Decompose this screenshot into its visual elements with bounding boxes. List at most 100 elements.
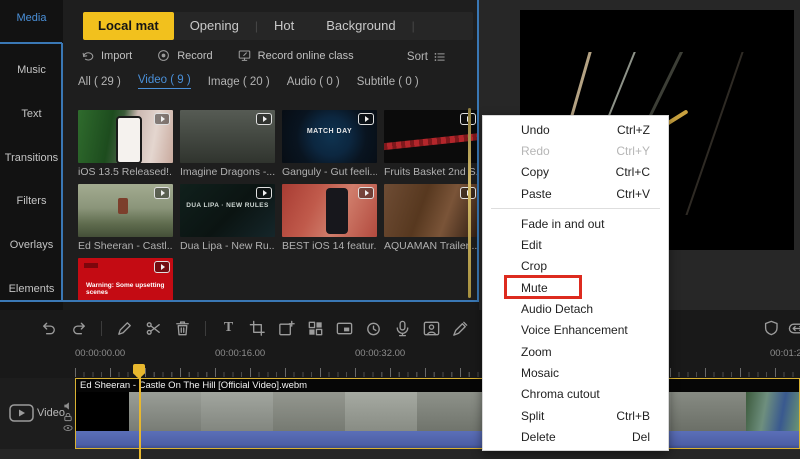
media-item-label: Imagine Dragons -...: [180, 166, 275, 178]
video-badge-icon: [358, 187, 374, 199]
track-lock-icon[interactable]: [63, 412, 73, 422]
media-item[interactable]: AQUAMAN Trailer...: [384, 184, 479, 252]
record-online-class-label: Record online class: [257, 49, 354, 62]
sidebar-item-music[interactable]: Music: [0, 60, 63, 80]
panel-highlight-border: [61, 43, 63, 302]
timeline-clip[interactable]: Ed Sheeran - Castle On The Hill [Officia…: [75, 378, 800, 449]
media-item-label: BEST iOS 14 featur...: [282, 240, 377, 252]
media-item[interactable]: Fruits Basket 2nd S...: [384, 110, 479, 178]
speed-clock-button[interactable]: [364, 319, 383, 338]
sidebar-item-filters[interactable]: Filters: [0, 191, 63, 211]
filter-audio[interactable]: Audio ( 0 ): [287, 76, 340, 88]
filmstrip-frame: [417, 392, 489, 431]
voiceover-mic-button[interactable]: [393, 319, 412, 338]
undo-button[interactable]: [40, 319, 59, 338]
media-item[interactable]: Warning: Some upsetting scenes: [78, 258, 173, 302]
track-mute-speaker-icon[interactable]: [63, 401, 73, 411]
filter-image[interactable]: Image ( 20 ): [208, 76, 270, 88]
media-thumbnail: [282, 184, 377, 237]
filter-subtitle[interactable]: Subtitle ( 0 ): [357, 76, 419, 88]
media-item[interactable]: Ed Sheeran - Castl...: [78, 184, 173, 252]
filmstrip-frame: [345, 392, 417, 431]
thumbnail-overlay-text: MATCH DAY: [306, 128, 353, 135]
context-menu: Undo Ctrl+Z Redo Ctrl+Y Copy Ctrl+C Paste Ct…: [482, 115, 669, 452]
menu-item-label: Fade in and out: [521, 216, 605, 231]
protect-shield-icon[interactable]: [762, 319, 781, 338]
sidebar-item-media[interactable]: Media: [0, 8, 63, 28]
media-item-label: Ed Sheeran - Castl...: [78, 240, 173, 252]
text-tool-button[interactable]: T: [219, 319, 238, 338]
menu-item-label: Chroma cutout: [521, 387, 600, 402]
freeze-frame-button[interactable]: [277, 319, 296, 338]
video-track-label: Video: [37, 407, 65, 419]
media-filter-bar: All ( 29 ) Video ( 9 ) Image ( 20 ) Audi…: [78, 74, 419, 89]
menu-item-shortcut: Ctrl+V: [616, 186, 650, 201]
portrait-cutout-button[interactable]: [422, 319, 441, 338]
video-badge-icon: [256, 113, 272, 125]
mosaic-button[interactable]: [306, 319, 325, 338]
import-icon: [82, 52, 94, 61]
menu-item-undo[interactable]: Undo Ctrl+Z: [483, 119, 668, 140]
media-item[interactable]: DUA LIPA · NEW RULES Dua Lipa - New Ru..…: [180, 184, 275, 252]
menu-item-split[interactable]: Split Ctrl+B: [483, 405, 668, 426]
timeline-ruler[interactable]: [75, 362, 800, 377]
sidebar-item-overlays[interactable]: Overlays: [0, 235, 63, 255]
menu-item-crop[interactable]: Crop: [483, 256, 668, 277]
chroma-pen-button[interactable]: [451, 319, 470, 338]
menu-item-paste[interactable]: Paste Ctrl+V: [483, 183, 668, 204]
menu-item-fade[interactable]: Fade in and out: [483, 213, 668, 234]
track-visibility-eye-icon[interactable]: [63, 423, 73, 433]
sidebar-item-transitions[interactable]: Transitions: [0, 148, 63, 168]
media-item[interactable]: MATCH DAY Ganguly - Gut feeli...: [282, 110, 377, 178]
sidebar-item-elements[interactable]: Elements: [0, 279, 63, 299]
menu-item-voice-enhancement[interactable]: Voice Enhancement: [483, 320, 668, 341]
menu-item-edit[interactable]: Edit: [483, 234, 668, 255]
tab-local-material[interactable]: Local mat: [83, 12, 174, 40]
menu-item-mute[interactable]: Mute: [483, 275, 668, 300]
video-badge-icon: [154, 113, 170, 125]
menu-item-zoom[interactable]: Zoom: [483, 341, 668, 362]
filter-all[interactable]: All ( 29 ): [78, 76, 121, 88]
media-item-label: Ganguly - Gut feeli...: [282, 166, 377, 178]
media-item[interactable]: iOS 13.5 Released!...: [78, 110, 173, 178]
filter-video[interactable]: Video ( 9 ): [137, 74, 191, 89]
record-button[interactable]: Record: [156, 48, 213, 63]
menu-item-label: Crop: [521, 259, 548, 274]
delete-trash-button[interactable]: [173, 319, 192, 338]
menu-item-mosaic[interactable]: Mosaic: [483, 362, 668, 383]
media-grid-scrollbar[interactable]: [468, 108, 471, 298]
filmstrip-frame: [746, 392, 799, 431]
import-button[interactable]: Import: [80, 48, 132, 63]
fit-timeline-icon[interactable]: [788, 319, 800, 338]
media-item[interactable]: BEST iOS 14 featur...: [282, 184, 377, 252]
media-item[interactable]: Imagine Dragons -...: [180, 110, 275, 178]
redo-button[interactable]: [69, 319, 88, 338]
menu-item-label: Edit: [521, 238, 542, 253]
tab-opening[interactable]: Opening: [174, 12, 255, 40]
playhead-line[interactable]: [139, 365, 141, 459]
crop-button[interactable]: [248, 319, 267, 338]
menu-item-audio-detach[interactable]: Audio Detach: [483, 298, 668, 319]
menu-item-delete[interactable]: Delete Del: [483, 426, 668, 447]
tab-hot[interactable]: Hot: [258, 12, 310, 40]
tab-background[interactable]: Background: [310, 12, 411, 40]
edit-pencil-button[interactable]: [115, 319, 134, 338]
cut-scissors-button[interactable]: [144, 319, 163, 338]
media-item-label: Fruits Basket 2nd S...: [384, 166, 479, 178]
sidebar-nav: Media Music Text Transitions Filters Ove…: [0, 0, 63, 310]
sort-button[interactable]: Sort: [407, 50, 447, 64]
pip-button[interactable]: [335, 319, 354, 338]
sidebar-item-text[interactable]: Text: [0, 104, 63, 124]
record-online-class-button[interactable]: Record online class: [237, 48, 354, 63]
media-thumbnail: [180, 110, 275, 163]
menu-item-copy[interactable]: Copy Ctrl+C: [483, 162, 668, 183]
video-badge-icon: [256, 187, 272, 199]
video-badge-icon: [154, 261, 170, 273]
ruler-timestamp: 00:00:16.00: [215, 348, 266, 359]
menu-item-shortcut: Ctrl+Y: [616, 143, 650, 158]
menu-item-chroma-cutout[interactable]: Chroma cutout: [483, 384, 668, 405]
grass-stalk: [677, 52, 749, 215]
media-action-bar: Import Record Record online class: [80, 48, 354, 63]
media-thumbnail: DUA LIPA · NEW RULES: [180, 184, 275, 237]
menu-item-label: Mosaic: [521, 365, 560, 380]
